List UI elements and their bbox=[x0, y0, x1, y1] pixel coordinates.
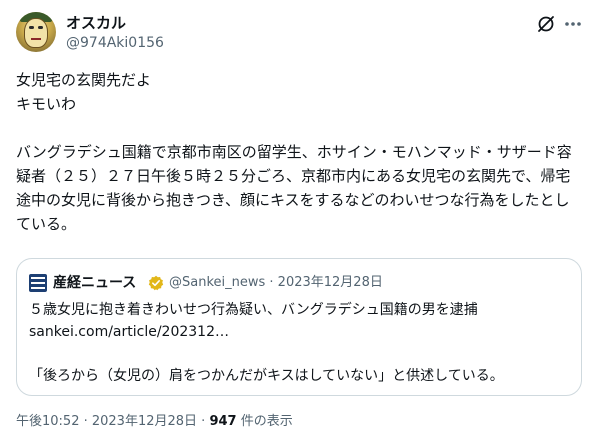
quoted-link[interactable]: sankei.com/article/202312… bbox=[29, 321, 569, 343]
post-line: キモいわ bbox=[16, 95, 77, 113]
post-spacer bbox=[16, 116, 582, 140]
avatar-mouth bbox=[31, 38, 41, 40]
grok-icon[interactable] bbox=[536, 14, 556, 34]
quoted-post-card[interactable]: 産経ニュース @Sankei_news · 2023年12月28日 ５歳女児に抱… bbox=[16, 258, 582, 396]
views-label: 件の表示 bbox=[236, 414, 293, 429]
quoted-post-header: 産経ニュース @Sankei_news · 2023年12月28日 bbox=[29, 273, 569, 293]
avatar[interactable] bbox=[16, 12, 56, 52]
avatar-eye bbox=[29, 26, 34, 29]
more-icon[interactable] bbox=[563, 14, 583, 34]
post-header: オスカル @974Aki0156 bbox=[16, 12, 582, 56]
quoted-handle-date: @Sankei_news · 2023年12月28日 bbox=[169, 275, 383, 290]
author-handle[interactable]: @974Aki0156 bbox=[66, 34, 164, 52]
post-meta: 午後10:52 · 2023年12月28日 · 947 件の表示 bbox=[16, 412, 293, 432]
verified-badge-icon bbox=[148, 275, 164, 291]
post-timestamp[interactable]: 午後10:52 · 2023年12月28日 · bbox=[16, 414, 209, 429]
post-paragraph: バングラデシュ国籍で京都市南区の留学生、ホサイン・モハンマッド・サザード容疑者（… bbox=[16, 143, 572, 233]
post-body: 女児宅の玄関先だよ キモいわ バングラデシュ国籍で京都市南区の留学生、ホサイン・… bbox=[16, 68, 582, 236]
avatar-eye bbox=[38, 26, 43, 29]
avatar-face bbox=[24, 18, 48, 48]
author-display-name[interactable]: オスカル bbox=[66, 13, 126, 33]
post-line: 女児宅の玄関先だよ bbox=[16, 71, 152, 89]
sankei-logo-icon bbox=[29, 274, 47, 292]
quoted-excerpt: 「後ろから（女児の）肩をつかんだがキスはしていない」と供述している。 bbox=[29, 368, 504, 384]
quoted-author-name: 産経ニュース bbox=[53, 275, 137, 291]
quoted-spacer bbox=[29, 343, 569, 365]
quoted-post-text: ５歳女児に抱き着きわいせつ行為疑い、バングラデシュ国籍の男を逮捕 sankei.… bbox=[29, 299, 569, 387]
quoted-headline: ５歳女児に抱き着きわいせつ行為疑い、バングラデシュ国籍の男を逮捕 bbox=[29, 302, 478, 318]
views-count: 947 bbox=[209, 414, 237, 429]
